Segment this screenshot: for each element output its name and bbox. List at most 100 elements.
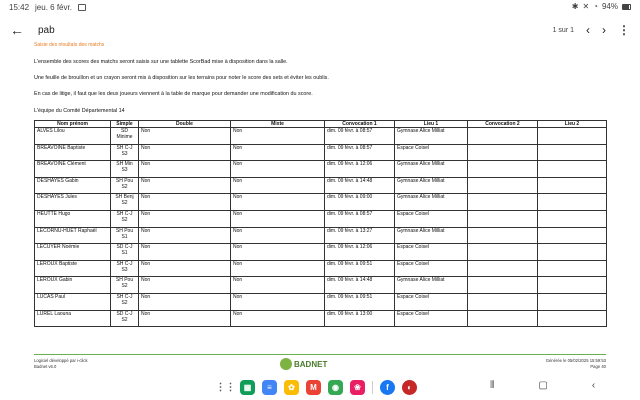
table-cell: Non [230,226,325,245]
previous-page-icon[interactable]: ‹ [586,23,590,37]
table-cell: Non [138,226,231,245]
table-cell: dim. 09 févr. à 13:27 [324,226,395,245]
table-row: LEROUX Baptiste SH C-J S3 Non Non dim. 09 fé… [34,259,607,278]
table-cell: SH C-J S3 [110,143,139,162]
table-cell: Non [138,143,231,162]
table-row: LEROUX Gabin SH Pou S2 Non Non dim. 09 févr.… [34,276,607,294]
table-row: BREAVOINE Clément SH Min S3 Non Non dim. 09 … [34,160,607,178]
docs-icon[interactable]: ≡ [262,380,277,395]
table-cell: SH Pou S1 [110,226,139,245]
table-cell: Non [230,309,325,328]
column-header: Mixte [230,120,325,128]
sheets-icon[interactable]: ▦ [240,380,255,395]
chrome-icon[interactable]: ◉ [328,380,343,395]
status-bar: 15:42 jeu. 6 févr. ✱ ✕ ◔ 94% [0,0,640,14]
table-cell: Non [138,127,231,145]
document-title: pab [38,24,55,36]
table-cell: LUREL Laouna [34,309,111,328]
column-header: Nom prénom [34,120,111,128]
table-cell: DESHAYES Gabin [34,176,111,195]
table-cell [467,292,538,311]
home-icon[interactable]: ▢ [538,380,547,391]
more-options-icon[interactable]: ⋮ [618,23,630,37]
table-cell: Non [138,259,231,278]
table-cell: ALVES Lilou [34,127,111,145]
table-cell: HEUTTE Hugo [34,209,111,228]
status-date: jeu. 6 févr. [35,2,72,12]
table-cell: Gymnase Alice Milliat [394,127,468,145]
table-cell [467,176,538,195]
table-cell: dim. 09 févr. à 09:51 [324,259,395,278]
footer-software: Logiciel développé par i-click [34,358,88,363]
back-nav-icon[interactable]: ‹ [592,380,595,391]
table-cell: Non [230,143,325,162]
table-cell [537,309,607,328]
table-cell: LEROUX Gabin [34,276,111,294]
club-icon[interactable]: ◐ [402,380,417,395]
photos-icon[interactable]: ✿ [284,380,299,395]
recents-icon[interactable]: ⦀ [490,380,494,391]
table-cell: Espace Coisel [394,309,468,328]
table-cell: LECORNU-HUET Raphaël [34,226,111,245]
footer-page-number: Page 40 [590,364,606,369]
table-cell: SD C-J S1 [110,243,139,261]
table-cell: Non [230,160,325,178]
table-header-row: Nom prénom Simple Double Mixte Convocati… [34,120,607,128]
table-cell: Non [138,193,231,211]
table-cell: SH C-J S2 [110,209,139,228]
table-cell: Non [138,243,231,261]
system-nav: ⦀ ▢ ‹ [490,380,595,391]
table-cell [467,226,538,245]
table-row: LUREL Laouna SD C-J S2 Non Non dim. 09 févr.… [34,309,607,328]
back-arrow-icon[interactable]: ← [10,22,32,38]
table-cell: Non [138,276,231,294]
wifi-icon: ◔ [593,2,598,11]
battery-icon [622,4,631,10]
column-header: Double [138,120,231,128]
page-indicator: 1 sur 1 [552,26,574,34]
table-cell: BREAVOINE Clément [34,160,111,178]
table-cell [537,259,607,278]
table-cell [537,127,607,145]
table-cell: Non [230,193,325,211]
table-cell: dim. 09 févr. à 08:57 [324,127,395,145]
column-header: Convocation 1 [324,120,395,128]
table-cell: Non [230,127,325,145]
table-cell: SH C-J S3 [110,259,139,278]
grid-icon[interactable]: ⋮⋮ [216,380,236,395]
table-cell: Non [230,276,325,294]
table-cell: SH Pou S2 [110,176,139,195]
gallery-icon[interactable]: ❀ [350,380,365,395]
bluetooth-icon: ✱ [571,2,579,11]
table-cell [537,160,607,178]
table-cell: Non [138,160,231,178]
section-heading: Saisie des résultats des matchs [34,42,105,48]
table-row: HEUTTE Hugo SH C-J S2 Non Non dim. 09 févr. … [34,209,607,228]
table-cell: dim. 09 févr. à 14:48 [324,176,395,195]
table-cell: Non [230,292,325,311]
table-cell: dim. 09 févr. à 12:06 [324,243,395,261]
table-cell: dim. 09 févr. à 13:00 [324,309,395,328]
gmail-icon[interactable]: M [306,380,321,395]
table-cell: Non [230,176,325,195]
table-cell: Non [138,309,231,328]
table-row: LECUYER Noémie SD C-J S1 Non Non dim. 09 fév… [34,243,607,261]
table-cell [467,127,538,145]
table-cell: Espace Coisel [394,209,468,228]
table-cell: dim. 09 févr. à 08:57 [324,143,395,162]
table-cell [537,176,607,195]
column-header: Lieu 2 [537,120,607,128]
column-header: Simple [110,120,139,128]
table-cell: SH Pou S2 [110,276,139,294]
table-cell: Gymnase Alice Milliat [394,276,468,294]
badnet-logo-text: BADNET [294,359,328,369]
table-cell [467,243,538,261]
paragraph: En cas de litige, il faut que les deux j… [34,91,313,97]
table-cell: Non [138,292,231,311]
next-page-icon[interactable]: › [602,23,606,37]
facebook-icon[interactable]: f [380,380,395,395]
paragraph: Une feuille de brouillon et un crayon se… [34,75,329,81]
table-cell [467,209,538,228]
table-cell [537,193,607,211]
table-cell [467,143,538,162]
